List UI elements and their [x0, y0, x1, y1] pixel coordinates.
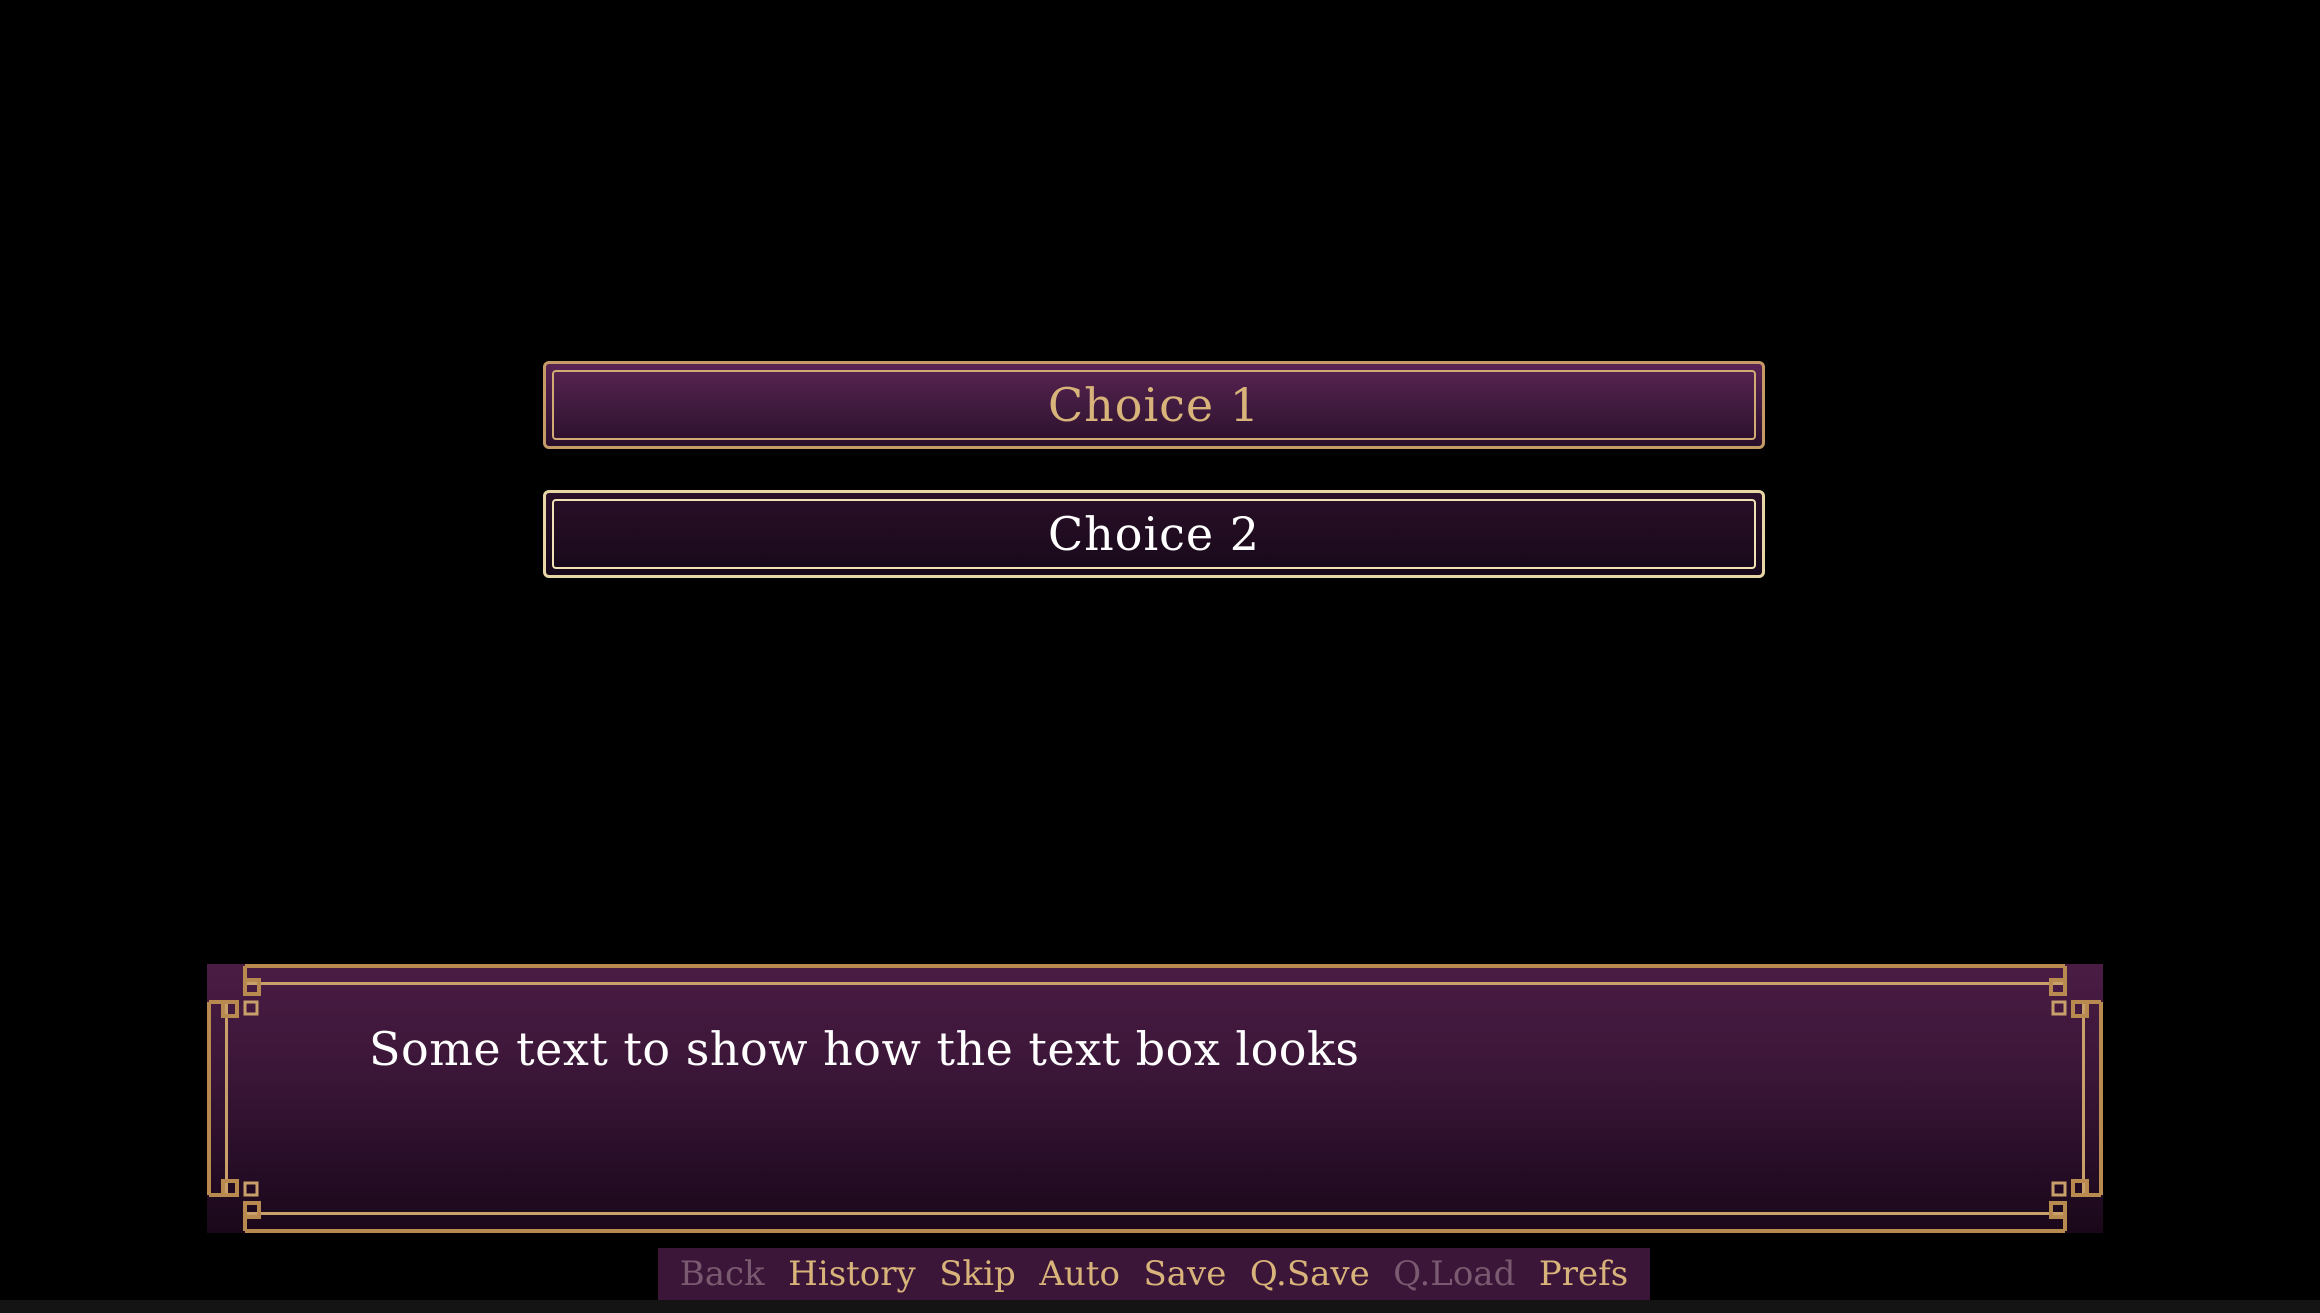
- quick-menu-back: Back: [679, 1254, 765, 1294]
- choice-label: Choice 1: [1047, 378, 1261, 432]
- frame-corner-ornament: [2049, 966, 2101, 1018]
- choice-button-2[interactable]: Choice 2: [543, 490, 1765, 578]
- frame-corner-ornament: [209, 1179, 261, 1231]
- choice-label: Choice 2: [1047, 507, 1261, 561]
- frame-corner-ornament: [209, 966, 261, 1018]
- choice-button-1[interactable]: Choice 1: [543, 361, 1765, 449]
- bottom-strip: [0, 1300, 2320, 1313]
- quick-menu-save[interactable]: Save: [1143, 1254, 1226, 1294]
- dialogue-textbox[interactable]: Some text to show how the text box looks: [207, 964, 2103, 1233]
- quick-menu-skip[interactable]: Skip: [939, 1254, 1016, 1294]
- frame-border: [245, 964, 2065, 1233]
- frame-border: [245, 982, 2065, 1215]
- quick-menu-prefs[interactable]: Prefs: [1539, 1254, 1628, 1294]
- quick-menu-auto[interactable]: Auto: [1039, 1254, 1120, 1294]
- frame-corner-ornament: [2049, 1179, 2101, 1231]
- quick-menu: Back History Skip Auto Save Q.Save Q.Loa…: [658, 1248, 1650, 1300]
- quick-menu-qsave[interactable]: Q.Save: [1250, 1254, 1370, 1294]
- quick-menu-qload: Q.Load: [1393, 1254, 1516, 1294]
- dialogue-text: Some text to show how the text box looks: [369, 1022, 1360, 1076]
- quick-menu-history[interactable]: History: [788, 1254, 916, 1294]
